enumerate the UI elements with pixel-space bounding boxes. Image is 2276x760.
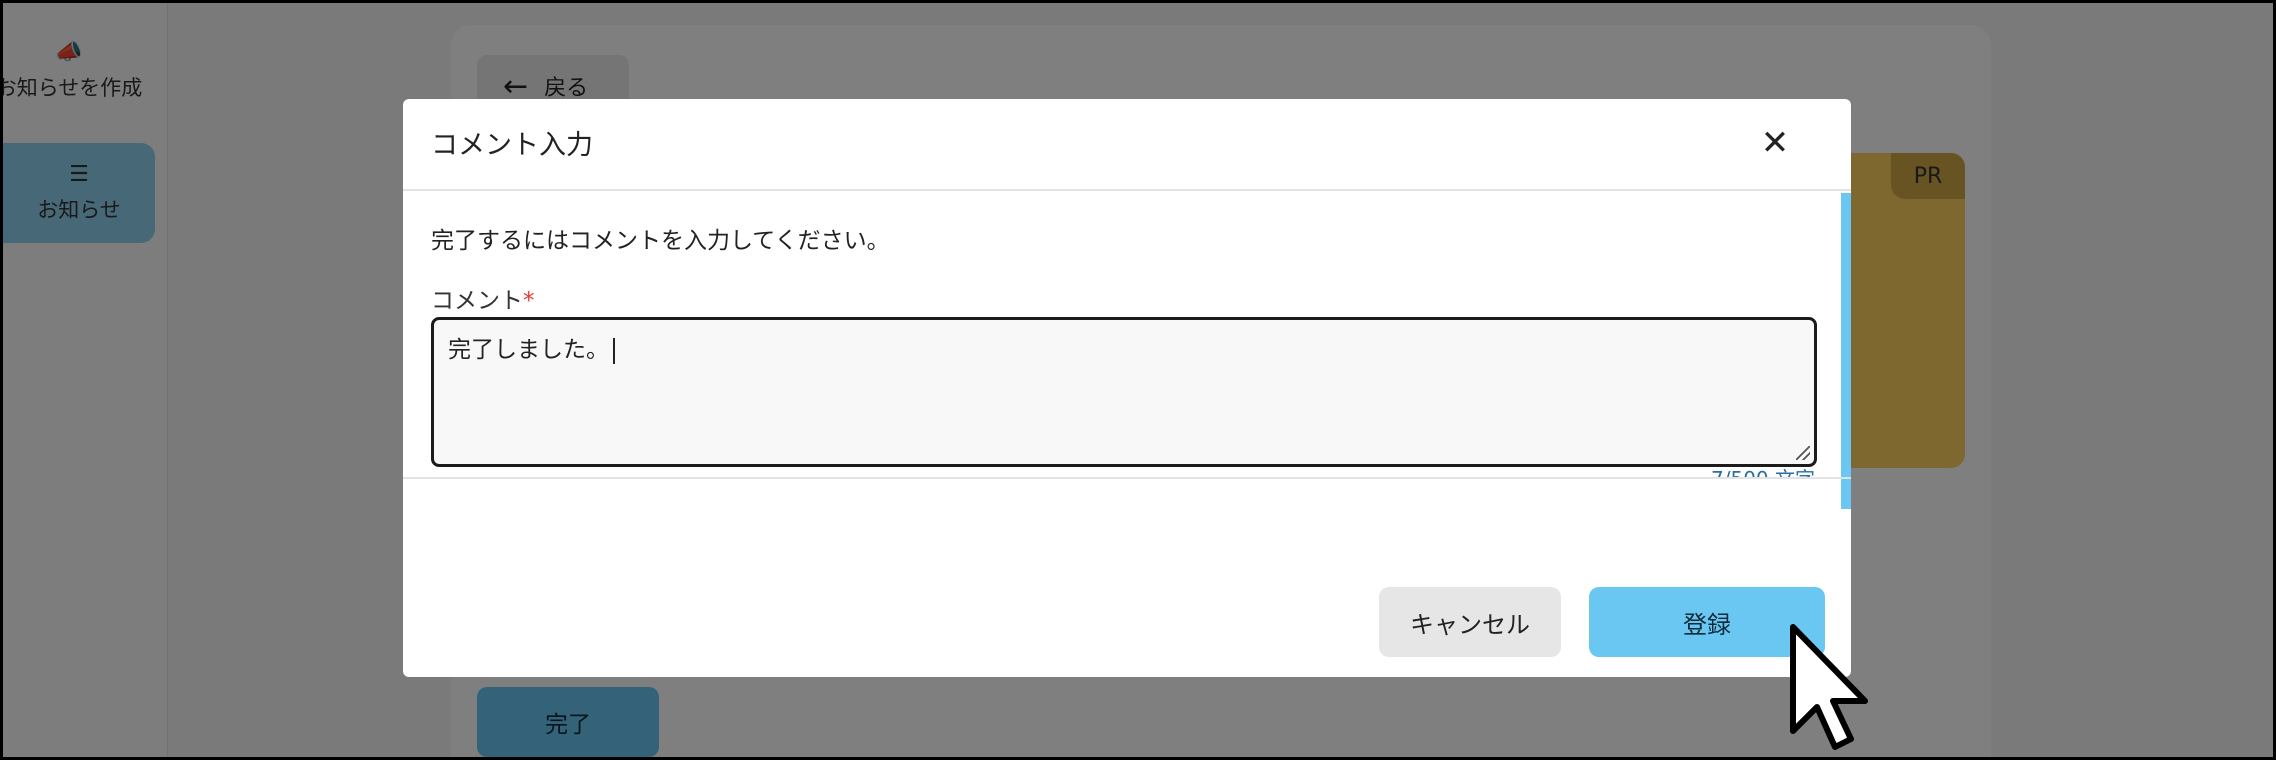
dialog-divider — [403, 477, 1851, 479]
dialog-header: コメント入力 ✕ — [403, 99, 1851, 191]
required-mark: * — [523, 288, 535, 314]
dialog-title: コメント入力 — [431, 130, 593, 161]
mouse-pointer-icon — [1790, 624, 1868, 750]
cancel-button[interactable]: キャンセル — [1379, 587, 1561, 657]
resize-handle[interactable] — [1796, 446, 1810, 460]
comment-label-text: コメント — [431, 288, 523, 314]
comment-label: コメント* — [431, 281, 535, 315]
scrollbar-thumb[interactable] — [1841, 193, 1851, 509]
app-frame: 📣 お知らせを作成 ☰ お知らせ ← 戻る PR 完了 コメント入力 ✕ 完了す… — [0, 0, 2276, 760]
comment-value: 完了しました。 — [448, 337, 609, 363]
text-caret — [613, 337, 615, 364]
comment-dialog: コメント入力 ✕ 完了するにはコメントを入力してください。 コメント* 完了しま… — [403, 99, 1851, 677]
dialog-scrollbar[interactable] — [1841, 193, 1851, 509]
dialog-instruction: 完了するにはコメントを入力してください。 — [431, 228, 890, 254]
comment-textarea[interactable]: 完了しました。 — [431, 317, 1817, 467]
close-icon[interactable]: ✕ — [1753, 121, 1797, 165]
